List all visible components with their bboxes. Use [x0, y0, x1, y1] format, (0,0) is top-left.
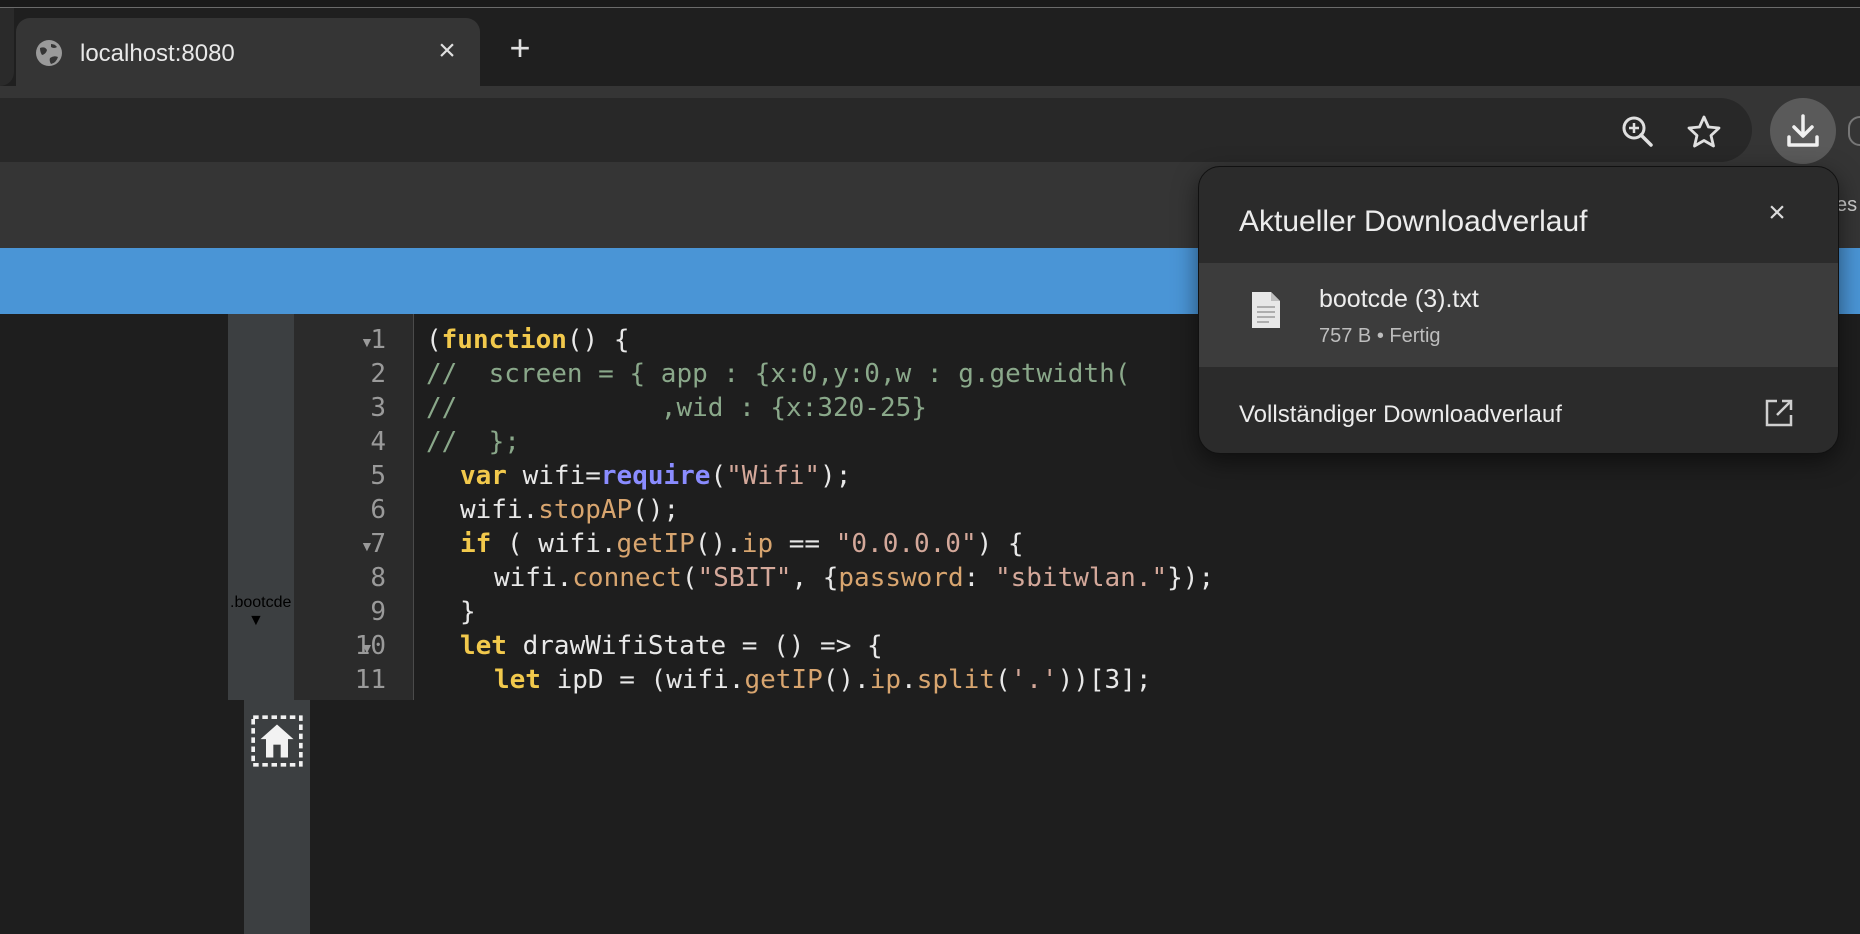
- code-line[interactable]: }: [460, 597, 476, 627]
- code-line[interactable]: var wifi=require("Wifi");: [460, 461, 851, 491]
- line-number: 4: [370, 427, 386, 457]
- code-line[interactable]: if ( wifi.getIP().ip == "0.0.0.0") {: [460, 529, 1024, 559]
- code-line[interactable]: // ,wid : {x:320-25}: [426, 393, 927, 423]
- code-line[interactable]: // screen = { app : {x:0,y:0,w : g.getwi…: [426, 359, 1130, 389]
- globe-icon: [36, 40, 62, 66]
- download-filename: bootcde (3).txt: [1319, 285, 1479, 313]
- address-bar[interactable]: [0, 98, 1752, 162]
- line-number: 3: [370, 393, 386, 423]
- line-number: 8: [370, 563, 386, 593]
- line-number: 11: [354, 665, 386, 695]
- code-line[interactable]: let drawWifiState = () => {: [460, 631, 883, 661]
- current-file-label: .bootcde: [230, 594, 292, 611]
- browser-toolbar: [0, 86, 1860, 166]
- downloads-popup-title: Aktueller Downloadverlauf: [1239, 205, 1588, 238]
- line-number: 6: [370, 495, 386, 525]
- file-icon: [1252, 292, 1280, 328]
- download-meta: 757 B • Fertig: [1319, 325, 1441, 347]
- download-icon: [1787, 114, 1819, 147]
- profile-button[interactable]: [1848, 116, 1860, 146]
- fold-arrow-icon[interactable]: ▼: [360, 538, 374, 554]
- full-download-history-link[interactable]: Vollständiger Downloadverlauf: [1199, 367, 1838, 453]
- code-line[interactable]: wifi.stopAP();: [460, 495, 679, 525]
- tab-bar: localhost:8080 × +: [0, 8, 1860, 94]
- zoom-icon[interactable]: [1620, 114, 1656, 150]
- tab-close-icon[interactable]: ×: [430, 34, 464, 68]
- bookmark-star-icon[interactable]: [1686, 114, 1722, 150]
- download-item[interactable]: bootcde (3).txt 757 B • Fertig: [1199, 263, 1838, 367]
- line-number: 2: [370, 359, 386, 389]
- new-tab-button[interactable]: +: [500, 28, 540, 68]
- downloads-button[interactable]: [1770, 98, 1836, 164]
- fold-arrow-icon[interactable]: ▼: [360, 640, 374, 656]
- open-external-icon: [1765, 399, 1793, 427]
- code-line[interactable]: let ipD = (wifi.getIP().ip.split('.'))[3…: [494, 665, 1152, 695]
- full-history-label: Vollständiger Downloadverlauf: [1239, 401, 1562, 428]
- fold-arrow-icon[interactable]: ▼: [360, 334, 374, 350]
- bookmark-item[interactable]: es: [1836, 194, 1857, 217]
- tab-localhost[interactable]: localhost:8080 ×: [16, 18, 480, 94]
- code-line[interactable]: wifi.connect("SBIT", {password: "sbitwla…: [494, 563, 1214, 593]
- code-line[interactable]: (function() {: [426, 325, 630, 355]
- line-number: 5: [370, 461, 386, 491]
- previous-tab-edge[interactable]: [0, 8, 14, 86]
- window-top-strip: [0, 0, 1860, 8]
- expand-arrow-icon[interactable]: ▼: [248, 612, 264, 630]
- downloads-popup: Aktueller Downloadverlauf × bootcde (3).…: [1198, 166, 1839, 454]
- tab-title: localhost:8080: [80, 40, 235, 67]
- code-line[interactable]: // };: [426, 427, 520, 457]
- close-icon[interactable]: ×: [1761, 197, 1793, 229]
- line-number: 9: [370, 597, 386, 627]
